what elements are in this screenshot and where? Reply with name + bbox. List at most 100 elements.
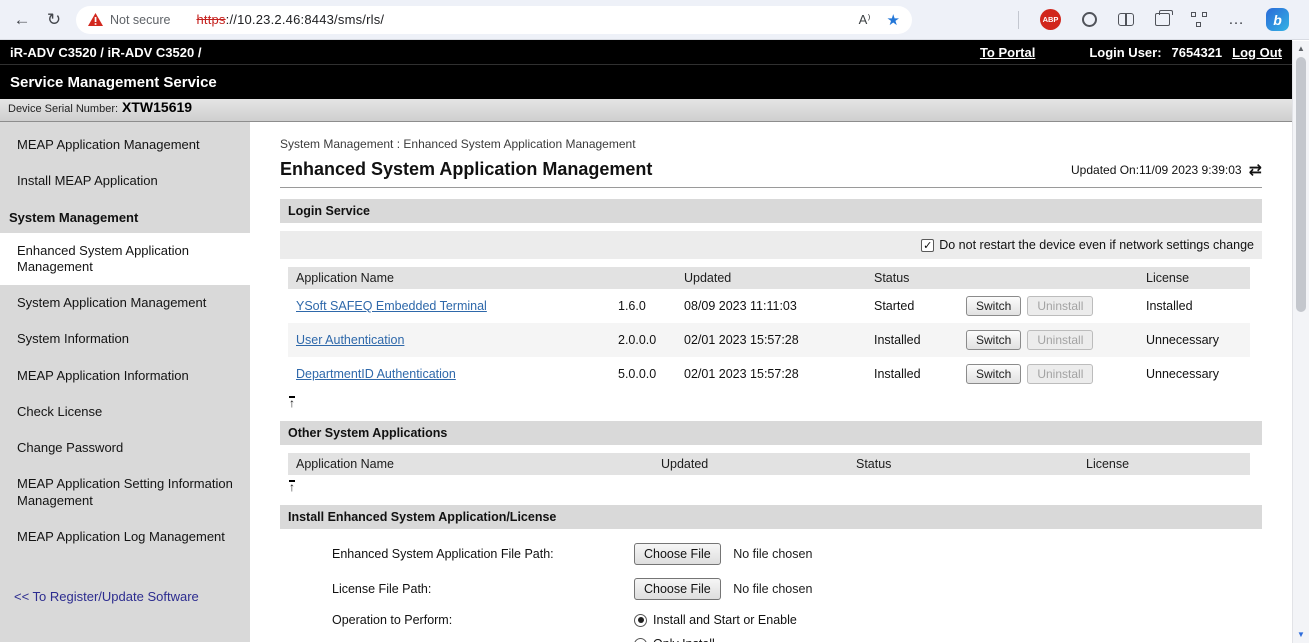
- choose-file-button-application[interactable]: Choose File: [634, 543, 721, 565]
- other-applications-table-header: Application Name Updated Status License: [288, 453, 1250, 475]
- toolbar-divider: [1018, 11, 1019, 29]
- sidebar-item-meap-application-information[interactable]: MEAP Application Information: [0, 358, 250, 394]
- column-header-application-name: Application Name: [288, 453, 653, 475]
- serial-bar: Device Serial Number: XTW15619: [0, 99, 1292, 122]
- device-titlebar: iR-ADV C3520 / iR-ADV C3520 / To Portal …: [0, 40, 1292, 64]
- breadcrumb: System Management : Enhanced System Appl…: [280, 137, 1262, 151]
- operation-to-perform-label: Operation to Perform:: [332, 613, 634, 627]
- address-bar[interactable]: Not secure https://10.23.2.46:8443/sms/r…: [76, 6, 912, 34]
- collections-icon[interactable]: [1155, 13, 1170, 26]
- back-button[interactable]: ←: [6, 10, 38, 30]
- serial-label: Device Serial Number:: [8, 103, 118, 115]
- sidebar-item-install-meap-application[interactable]: Install MEAP Application: [0, 163, 250, 199]
- table-row-departmentid-authentication: DepartmentID Authentication 5.0.0.0 02/0…: [288, 357, 1250, 391]
- adblock-extension-icon[interactable]: ABP: [1040, 9, 1061, 30]
- column-header-actions: [958, 267, 1138, 289]
- app-license: Unnecessary: [1138, 367, 1250, 381]
- column-header-actions: [1008, 453, 1078, 475]
- column-header-updated: Updated: [653, 453, 848, 475]
- install-section-heading: Install Enhanced System Application/Lice…: [280, 505, 1262, 529]
- app-status: Started: [866, 299, 958, 313]
- app-version: 1.6.0: [610, 299, 676, 313]
- sidebar-item-system-application-management[interactable]: System Application Management: [0, 285, 250, 321]
- vertical-scrollbar[interactable]: ▲ ▼: [1292, 41, 1309, 643]
- not-secure-label: Not secure: [110, 13, 170, 27]
- app-link-ysoft-safeq[interactable]: YSoft SAFEQ Embedded Terminal: [296, 299, 487, 313]
- scroll-up-icon[interactable]: ▲: [1293, 41, 1309, 56]
- app-version: 5.0.0.0: [610, 367, 676, 381]
- scrollbar-thumb[interactable]: [1296, 57, 1306, 312]
- switch-button[interactable]: Switch: [966, 364, 1021, 384]
- scroll-down-icon[interactable]: ▼: [1293, 627, 1309, 642]
- update-refresh-icon[interactable]: ⇄: [1249, 160, 1262, 180]
- app-version: 2.0.0.0: [610, 333, 676, 347]
- sidebar-item-meap-application-management[interactable]: MEAP Application Management: [0, 127, 250, 163]
- favorite-star-icon[interactable]: ★: [887, 11, 900, 29]
- to-top-icon[interactable]: ↑: [289, 396, 295, 409]
- uninstall-button[interactable]: Uninstall: [1027, 296, 1093, 316]
- radio-install-and-start[interactable]: [634, 614, 647, 627]
- sidebar-item-enhanced-system-application-management[interactable]: Enhanced System Application Management: [0, 233, 250, 286]
- browser-menu-icon[interactable]: …: [1228, 11, 1245, 29]
- page-title: Enhanced System Application Management: [280, 159, 652, 180]
- uninstall-button[interactable]: Uninstall: [1027, 364, 1093, 384]
- radio-only-install[interactable]: [634, 638, 647, 643]
- login-service-table: Application Name Updated Status License …: [288, 267, 1250, 391]
- sidebar-item-change-password[interactable]: Change Password: [0, 430, 250, 466]
- updated-on-label: Updated On:11/09 2023 9:39:03: [1071, 163, 1242, 177]
- read-aloud-icon[interactable]: A⁾: [859, 12, 871, 28]
- sms-page: iR-ADV C3520 / iR-ADV C3520 / To Portal …: [0, 40, 1292, 642]
- logout-link[interactable]: Log Out: [1232, 45, 1282, 60]
- not-secure-warning-icon: [88, 13, 103, 26]
- sidebar-item-system-information[interactable]: System Information: [0, 321, 250, 357]
- app-link-departmentid-authentication[interactable]: DepartmentID Authentication: [296, 367, 456, 381]
- table-row-user-authentication: User Authentication 2.0.0.0 02/01 2023 1…: [288, 323, 1250, 357]
- column-header-status: Status: [848, 453, 1008, 475]
- file-status-license: No file chosen: [733, 582, 812, 596]
- copilot-icon[interactable]: b: [1266, 8, 1289, 31]
- app-license: Unnecessary: [1138, 333, 1250, 347]
- extension-icon[interactable]: [1082, 12, 1097, 27]
- app-license: Installed: [1138, 299, 1250, 313]
- sidebar-item-check-license[interactable]: Check License: [0, 394, 250, 430]
- install-form: Enhanced System Application File Path: C…: [332, 543, 1262, 642]
- table-row-ysoft: YSoft SAFEQ Embedded Terminal 1.6.0 08/0…: [288, 289, 1250, 323]
- column-header-license: License: [1138, 267, 1250, 289]
- switch-button[interactable]: Switch: [966, 330, 1021, 350]
- uninstall-button[interactable]: Uninstall: [1027, 330, 1093, 350]
- column-header-application-name: Application Name: [288, 267, 676, 289]
- refresh-button[interactable]: ↻: [38, 10, 70, 30]
- column-header-license: License: [1078, 453, 1250, 475]
- login-user-value: 7654321: [1172, 45, 1223, 60]
- sidebar-section-system-management: System Management: [0, 200, 250, 233]
- column-header-updated: Updated: [676, 267, 866, 289]
- to-portal-link[interactable]: To Portal: [980, 45, 1035, 60]
- switch-button[interactable]: Switch: [966, 296, 1021, 316]
- radio-install-and-start-label: Install and Start or Enable: [653, 613, 797, 627]
- restart-checkbox-row: ✓ Do not restart the device even if netw…: [280, 231, 1262, 259]
- url-text: https://10.23.2.46:8443/sms/rls/: [196, 12, 384, 27]
- sidebar-item-meap-application-setting-information-management[interactable]: MEAP Application Setting Information Man…: [0, 466, 250, 519]
- do-not-restart-label: Do not restart the device even if networ…: [939, 238, 1254, 252]
- other-applications-heading: Other System Applications: [280, 421, 1262, 445]
- app-updated: 02/01 2023 15:57:28: [676, 333, 866, 347]
- app-status: Installed: [866, 333, 958, 347]
- sidebar-item-meap-application-log-management[interactable]: MEAP Application Log Management: [0, 519, 250, 555]
- app-status: Installed: [866, 367, 958, 381]
- app-link-user-authentication[interactable]: User Authentication: [296, 333, 404, 347]
- do-not-restart-checkbox[interactable]: ✓: [921, 239, 934, 252]
- service-title-bar: Service Management Service: [0, 64, 1292, 99]
- browser-extension-area: ABP … b: [912, 8, 1303, 31]
- to-top-icon[interactable]: ↑: [289, 480, 295, 493]
- login-user-label: Login User:: [1089, 45, 1161, 60]
- app-updated: 02/01 2023 15:57:28: [676, 367, 866, 381]
- url-rest: ://10.23.2.46:8443/sms/rls/: [226, 12, 385, 27]
- column-header-status: Status: [866, 267, 958, 289]
- choose-file-button-license[interactable]: Choose File: [634, 578, 721, 600]
- radio-only-install-label: Only Install: [653, 637, 715, 642]
- app-updated: 08/09 2023 11:11:03: [676, 299, 866, 313]
- workspaces-icon[interactable]: [1191, 12, 1207, 27]
- other-applications-table: Application Name Updated Status License: [288, 453, 1250, 475]
- split-screen-icon[interactable]: [1118, 13, 1134, 26]
- register-update-software-link[interactable]: << To Register/Update Software: [0, 579, 250, 614]
